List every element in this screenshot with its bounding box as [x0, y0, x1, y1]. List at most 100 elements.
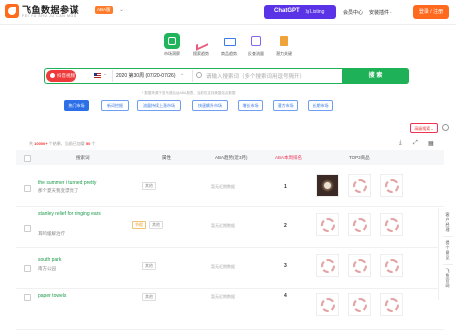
- product-image[interactable]: [348, 174, 371, 197]
- chevron-down-icon[interactable]: ⌄: [180, 71, 184, 77]
- product-image[interactable]: [348, 293, 371, 316]
- search-term-link[interactable]: stanley relief for ringing ears: [38, 211, 133, 218]
- top-header: 飞鱼数据参谋 FEI YU SHU JU CAN MOU ABA版 ⌄ Chat…: [0, 0, 456, 25]
- divider: [112, 70, 113, 82]
- filter-chip-new-words[interactable]: 新词挖掘: [101, 100, 129, 111]
- row-checkbox[interactable]: [24, 225, 31, 232]
- search-term-link[interactable]: south park: [38, 257, 133, 264]
- column-header-top3: TOP3商品: [349, 155, 370, 160]
- trend-empty-text: 暂无近期数据: [211, 223, 235, 228]
- product-image[interactable]: [380, 254, 403, 277]
- table-row: south park 南方公园 其他 暂无近期数据 3: [16, 248, 444, 289]
- install-plugin-link[interactable]: 安装插件: [369, 9, 389, 16]
- advanced-search-label: 高级搜索: [414, 126, 431, 131]
- attribute-tag: 其他: [149, 221, 163, 229]
- row-checkbox[interactable]: [24, 265, 31, 272]
- search-term-link[interactable]: the summer i turned pretty: [38, 180, 133, 187]
- search-term-link[interactable]: paper towels: [38, 293, 133, 300]
- column-header-rank[interactable]: ABA本周排名: [275, 155, 302, 161]
- select-all-checkbox[interactable]: [24, 155, 31, 162]
- table-row: paper towels 其他 暂无近期数据 4: [16, 289, 444, 330]
- us-flag-icon[interactable]: [94, 73, 101, 78]
- product-image[interactable]: [316, 174, 339, 197]
- tool-market-insight[interactable]: 市场洞察: [159, 33, 185, 57]
- filter-chip-potential[interactable]: 潜力市场: [273, 100, 298, 111]
- tool-product-trend[interactable]: 商品趋势: [216, 33, 242, 57]
- attribute-tag: 节假: [132, 221, 146, 229]
- search-input[interactable]: 请输入搜索词（多个搜索词用逗号隔开）: [206, 72, 305, 80]
- tool-label: 市场洞察: [164, 51, 180, 56]
- official-site-link[interactable]: 飞鱼官网: [445, 268, 450, 288]
- table-row: the summer i turned pretty 那个夏天我变漂亮了 其他 …: [16, 166, 444, 207]
- search-icon: [196, 72, 202, 78]
- chevron-down-icon[interactable]: ⌄: [103, 71, 107, 77]
- edition-badge: ABA版: [95, 6, 113, 14]
- filter-chip-fast-surge[interactable]: 快速飙升市场: [192, 100, 228, 111]
- data-source-note: * 数据来源于亚马逊后台ABA报表，当前仅支持美国站点数据: [142, 91, 236, 95]
- product-image[interactable]: [348, 254, 371, 277]
- chatgpt-sub-label: 写Listing: [305, 9, 325, 15]
- tool-reverse-traffic[interactable]: 反查流量: [243, 33, 269, 57]
- count-suffix: 个结果，当前已加载: [48, 141, 85, 146]
- customer-manager-link[interactable]: 客户经理: [445, 212, 450, 232]
- product-image[interactable]: [380, 174, 403, 197]
- search-button[interactable]: 搜 索: [342, 68, 409, 84]
- product-image[interactable]: [380, 293, 403, 316]
- member-center-link[interactable]: 会员中心: [343, 9, 363, 16]
- search-term-cn: 耳鸣缓解治疗: [38, 231, 65, 236]
- weekly-rank: 2: [284, 223, 287, 229]
- hot-video-label: 抖音视频: [57, 73, 75, 78]
- count-prefix: 共: [29, 141, 33, 146]
- product-image[interactable]: [348, 213, 371, 236]
- tool-potential-keywords[interactable]: 潜力关键: [271, 33, 297, 57]
- product-image[interactable]: [316, 213, 339, 236]
- download-icon[interactable]: ⤓: [399, 140, 402, 147]
- weekly-rank: 1: [284, 184, 287, 190]
- filter-chip-growth[interactable]: 增长市场: [238, 100, 263, 111]
- row-checkbox[interactable]: [24, 185, 31, 192]
- filter-chip-long-term[interactable]: 长期市场: [308, 100, 333, 111]
- chatgpt-button[interactable]: ChatGPT 写Listing: [264, 5, 336, 19]
- divider: [443, 236, 453, 237]
- trend-empty-text: 暂无近期数据: [211, 294, 235, 299]
- brand-logo-icon[interactable]: [5, 4, 19, 18]
- chatgpt-label: ChatGPT: [274, 8, 300, 14]
- chart-icon: [193, 33, 209, 49]
- search-doc-icon: [248, 33, 264, 49]
- attribute-tag: 其他: [142, 182, 156, 190]
- product-image[interactable]: [316, 254, 339, 277]
- product-image[interactable]: [380, 213, 403, 236]
- count-tail: 个: [91, 141, 96, 146]
- fullscreen-icon[interactable]: ⤢: [413, 140, 418, 147]
- columns-icon[interactable]: ▦: [428, 140, 434, 147]
- count-loaded: 50: [85, 141, 91, 146]
- tool-label: 反查流量: [248, 51, 264, 56]
- divider: [192, 70, 193, 82]
- bookmark-icon: [276, 33, 292, 49]
- filter-chip-rising-traffic[interactable]: 流量持续上涨市场: [137, 100, 181, 111]
- table-header: 搜索词 属性 ABA趋势(近3月) ABA本周排名 TOP3商品: [16, 150, 444, 165]
- search-term-cn: 那个夏天我变漂亮了: [38, 188, 79, 193]
- column-header-term[interactable]: 搜索词: [76, 155, 90, 161]
- tool-label: 商品趋势: [221, 51, 237, 56]
- tool-label: 搜索趋势: [193, 51, 209, 56]
- hot-video-button[interactable]: 抖音视频: [46, 70, 76, 82]
- weekly-rank: 3: [284, 263, 287, 269]
- chevron-down-icon[interactable]: ⌄: [389, 9, 392, 14]
- brand-subtitle: FEI YU SHU JU CAN MOU: [22, 14, 77, 18]
- login-button[interactable]: 登录 / 注册: [413, 5, 449, 19]
- product-image[interactable]: [316, 293, 339, 316]
- attribute-tag: 其他: [142, 262, 156, 270]
- gear-icon[interactable]: [442, 124, 449, 131]
- chevron-down-icon[interactable]: ⌄: [119, 6, 124, 13]
- table-row: stanley relief for ringing ears 耳鸣缓解治疗 节…: [16, 207, 444, 248]
- feedback-link[interactable]: 提个意见: [445, 240, 450, 260]
- column-header-attr: 属性: [162, 155, 171, 160]
- week-select[interactable]: 2020 第30周 (07/20-07/26): [116, 72, 175, 79]
- result-count: 共 10000+ 个结果，当前已加载 50 个: [29, 141, 95, 147]
- advanced-search-button[interactable]: 高级搜索⌄: [410, 123, 438, 133]
- tool-label: 潜力关键: [276, 51, 292, 56]
- tool-search-trend[interactable]: 搜索趋势: [188, 33, 214, 57]
- filter-chip-hot-market[interactable]: 热门市场: [64, 100, 89, 111]
- column-header-trend: ABA趋势(近3月): [215, 155, 248, 160]
